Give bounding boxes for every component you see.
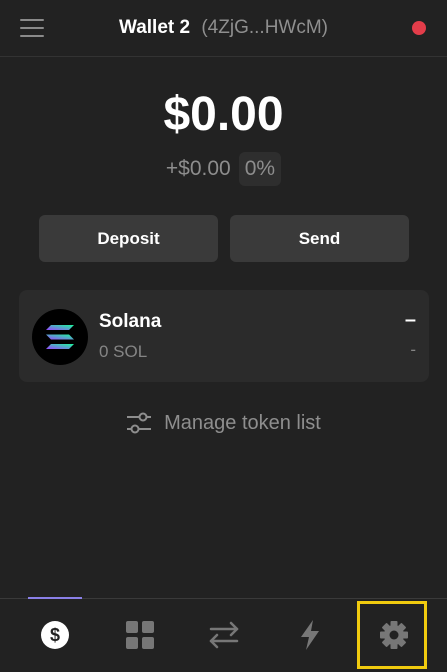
wallet-address: (4ZjG...HWcM) <box>201 17 329 38</box>
grid-icon <box>125 621 154 649</box>
nav-tab-collectibles[interactable] <box>95 599 184 671</box>
lightning-icon <box>300 620 319 650</box>
sliders-icon <box>127 412 152 434</box>
balance-change: +$0.00 0% <box>0 152 447 186</box>
wallet-title[interactable]: Wallet 2 (4ZjG...HWcM) <box>0 17 447 39</box>
connection-status-dot[interactable] <box>412 21 426 35</box>
gear-icon <box>379 621 408 649</box>
total-balance: $0.00 <box>163 88 284 141</box>
svg-text:$: $ <box>49 625 59 645</box>
nav-tab-activity[interactable] <box>265 599 354 671</box>
token-change: - <box>410 340 416 359</box>
bottom-navigation: $ <box>0 597 447 672</box>
token-usd-value: – <box>404 309 416 331</box>
nav-tab-swap[interactable] <box>179 599 268 671</box>
header-bar: Wallet 2 (4ZjG...HWcM) <box>0 0 447 57</box>
nav-tab-wallet[interactable]: $ <box>10 599 99 671</box>
token-name: Solana <box>99 311 162 332</box>
token-row-solana[interactable]: Solana 0 SOL – - <box>19 290 429 382</box>
token-balance: 0 SOL <box>99 342 148 361</box>
change-amount: +$0.00 <box>165 157 231 180</box>
manage-token-list-label: Manage token list <box>164 411 321 434</box>
swap-arrows-icon <box>209 621 238 649</box>
wallet-name: Wallet 2 <box>118 17 191 38</box>
manage-token-list-button[interactable]: Manage token list <box>0 408 447 438</box>
solana-logo-icon <box>32 309 88 365</box>
change-percent-badge: 0% <box>238 152 282 186</box>
dollar-circle-icon: $ <box>40 621 69 649</box>
send-button[interactable]: Send <box>230 215 409 262</box>
deposit-button[interactable]: Deposit <box>39 215 218 262</box>
nav-tab-settings[interactable] <box>349 599 438 671</box>
